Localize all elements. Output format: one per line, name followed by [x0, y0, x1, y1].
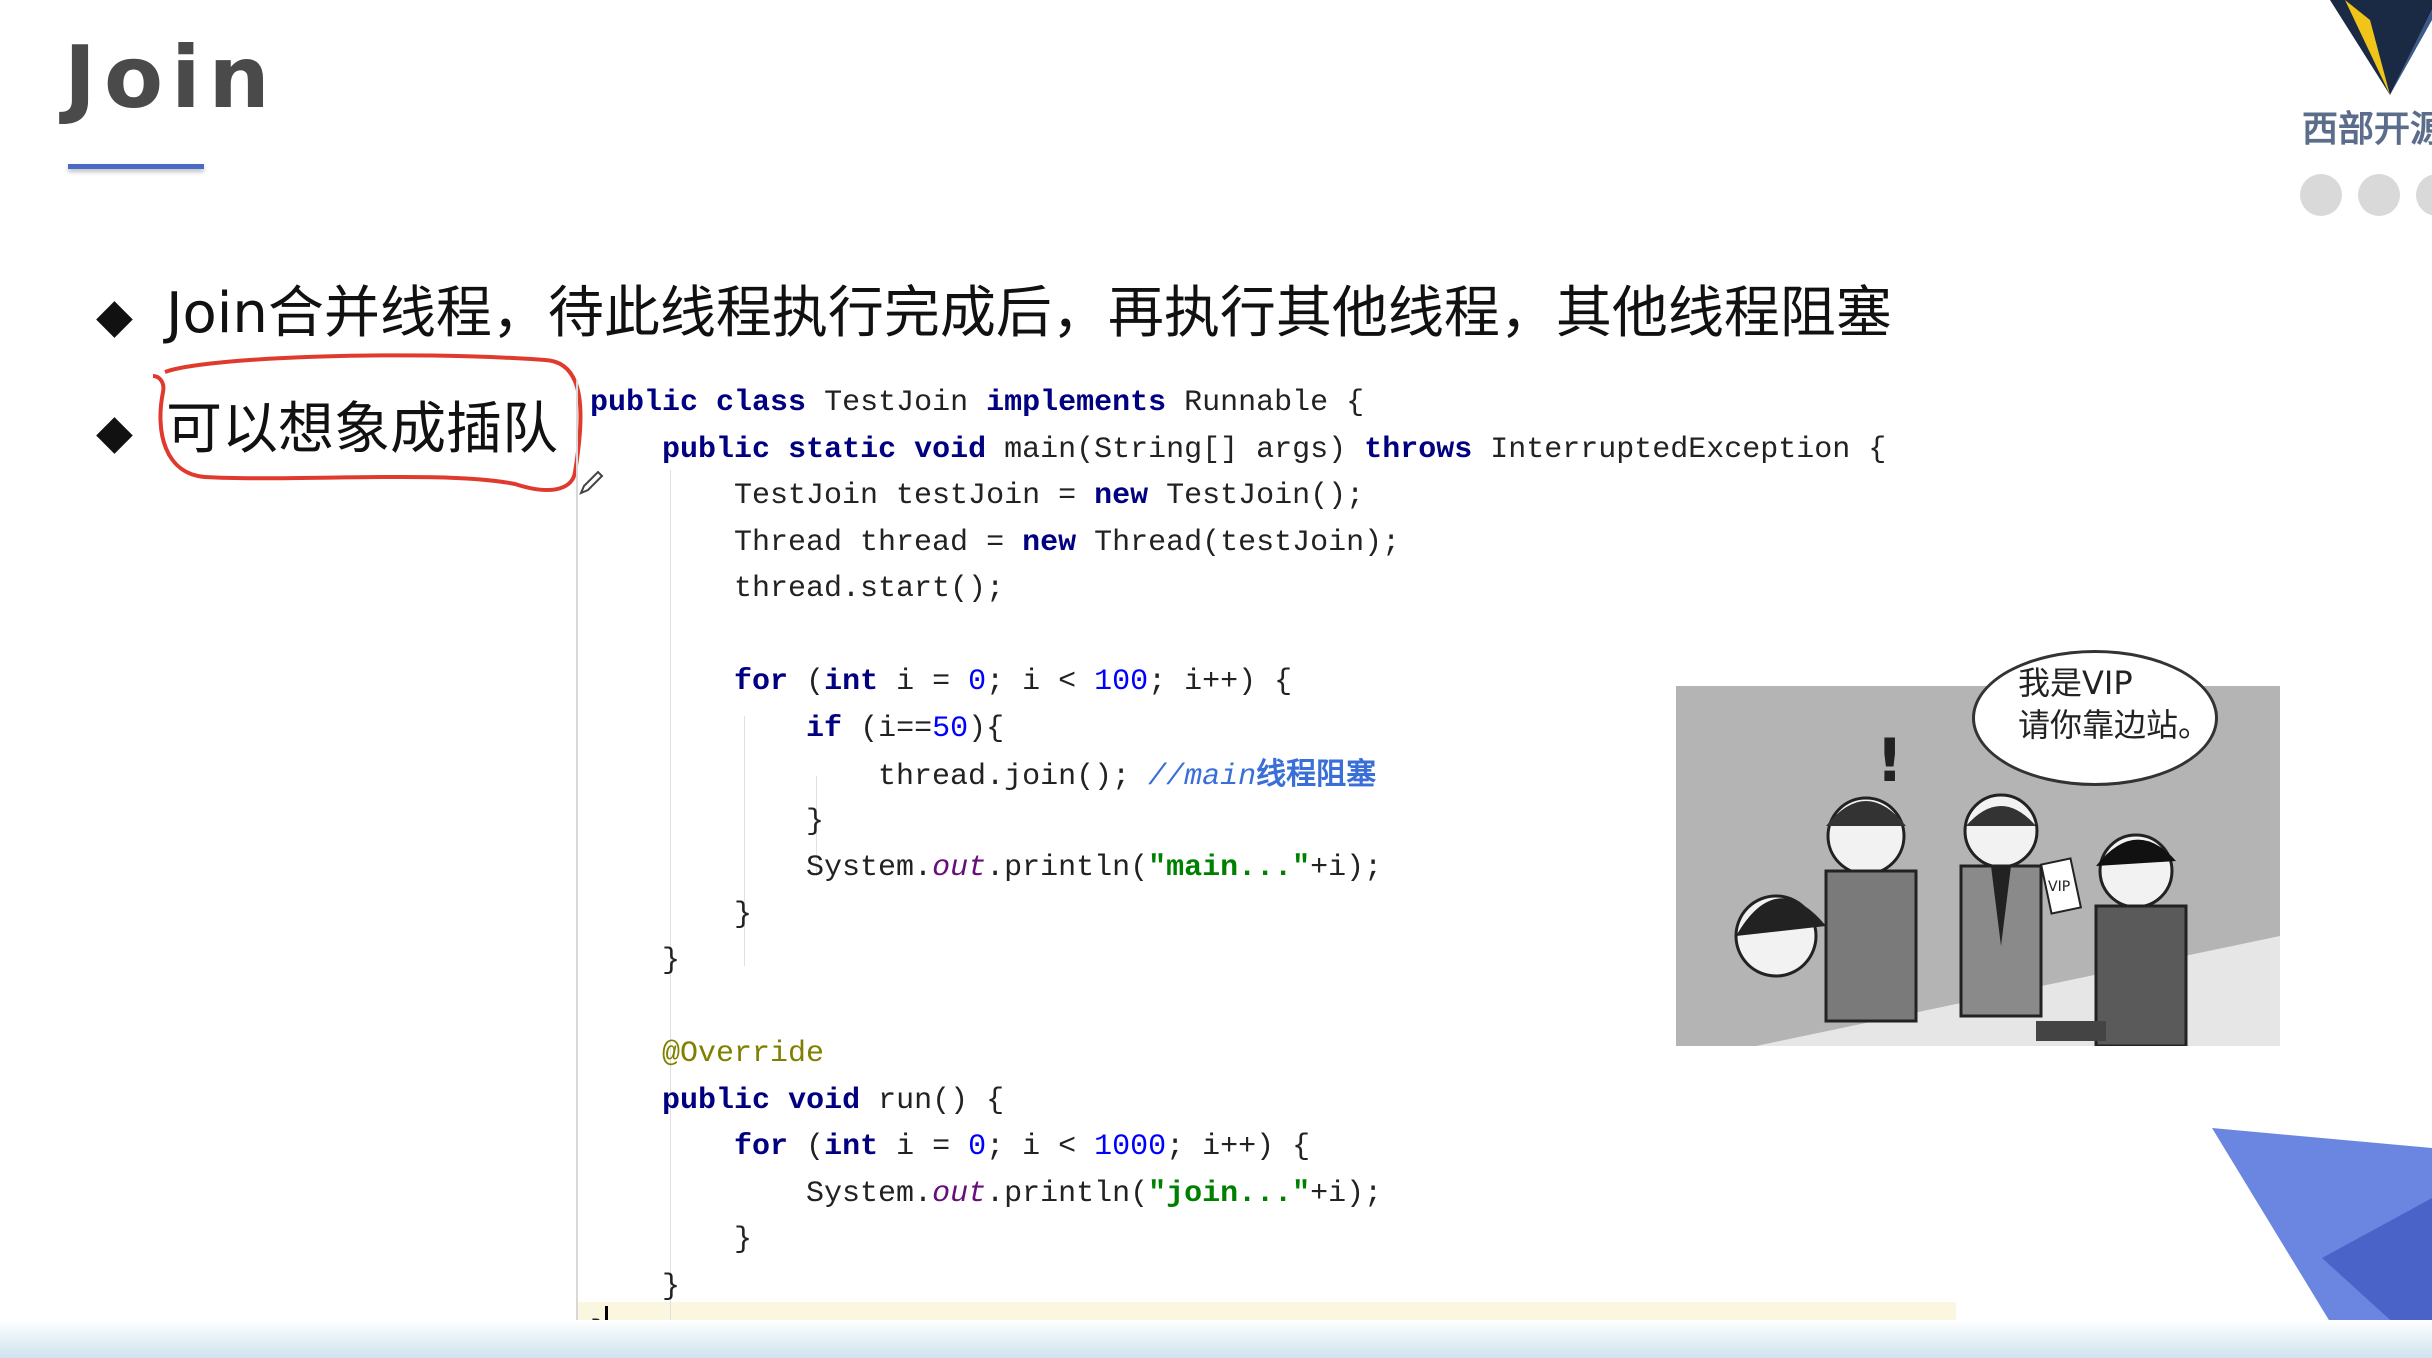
code-line[interactable]: Thread thread = new Thread(testJoin);: [590, 520, 1400, 566]
code-line[interactable]: for (int i = 0; i < 1000; i++) {: [590, 1124, 1310, 1170]
diamond-bullet-icon: ◆: [96, 288, 133, 344]
bullet-join-definition: ◆ Join合并线程，待此线程执行完成后，再执行其他线程，其他线程阻塞: [96, 268, 1892, 349]
code-line[interactable]: for (int i = 0; i < 100; i++) {: [590, 659, 1292, 705]
code-line[interactable]: }: [590, 1217, 752, 1263]
speech-line-2: 请你靠边站。: [2018, 706, 2211, 744]
bullet-text: Join合并线程，待此线程执行完成后，再执行其他线程，其他线程阻塞: [166, 281, 1892, 346]
speech-line-1: 我是VIP: [2018, 664, 2133, 702]
code-line[interactable]: }: [590, 938, 680, 984]
code-line[interactable]: public void run() {: [590, 1078, 1004, 1124]
code-line[interactable]: thread.start();: [590, 566, 1004, 612]
fold-gutter: [576, 380, 578, 1340]
code-line[interactable]: }: [590, 892, 752, 938]
code-line[interactable]: }: [590, 799, 824, 845]
title-underline: [68, 164, 204, 169]
code-line[interactable]: if (i==50){: [590, 706, 1004, 752]
code-line[interactable]: }: [590, 1264, 680, 1310]
red-circle-annotation: [152, 353, 583, 492]
logo-text: 西部开源: [2302, 109, 2432, 150]
nav-dot[interactable]: [2358, 174, 2400, 216]
speech-bubble-text: 我是VIP 请你靠边站。: [2018, 662, 2210, 746]
svg-text:!: !: [1876, 726, 1903, 796]
bottom-landscape-band: [0, 1320, 2432, 1358]
slide-title: Join: [64, 28, 278, 128]
code-line[interactable]: public static void main(String[] args) t…: [590, 427, 1886, 473]
nav-dot[interactable]: [2416, 174, 2432, 216]
nav-dot[interactable]: [2300, 174, 2342, 216]
code-line[interactable]: @Override: [590, 1031, 824, 1077]
code-line[interactable]: thread.join(); //main线程阻塞: [590, 752, 1376, 798]
code-line[interactable]: System.out.println("main..."+i);: [590, 845, 1382, 891]
vip-ticket-label: VIP: [2048, 879, 2070, 895]
code-line[interactable]: System.out.println("join..."+i);: [590, 1171, 1382, 1217]
code-line[interactable]: TestJoin testJoin = new TestJoin();: [590, 473, 1364, 519]
code-line[interactable]: public class TestJoin implements Runnabl…: [590, 380, 1364, 426]
